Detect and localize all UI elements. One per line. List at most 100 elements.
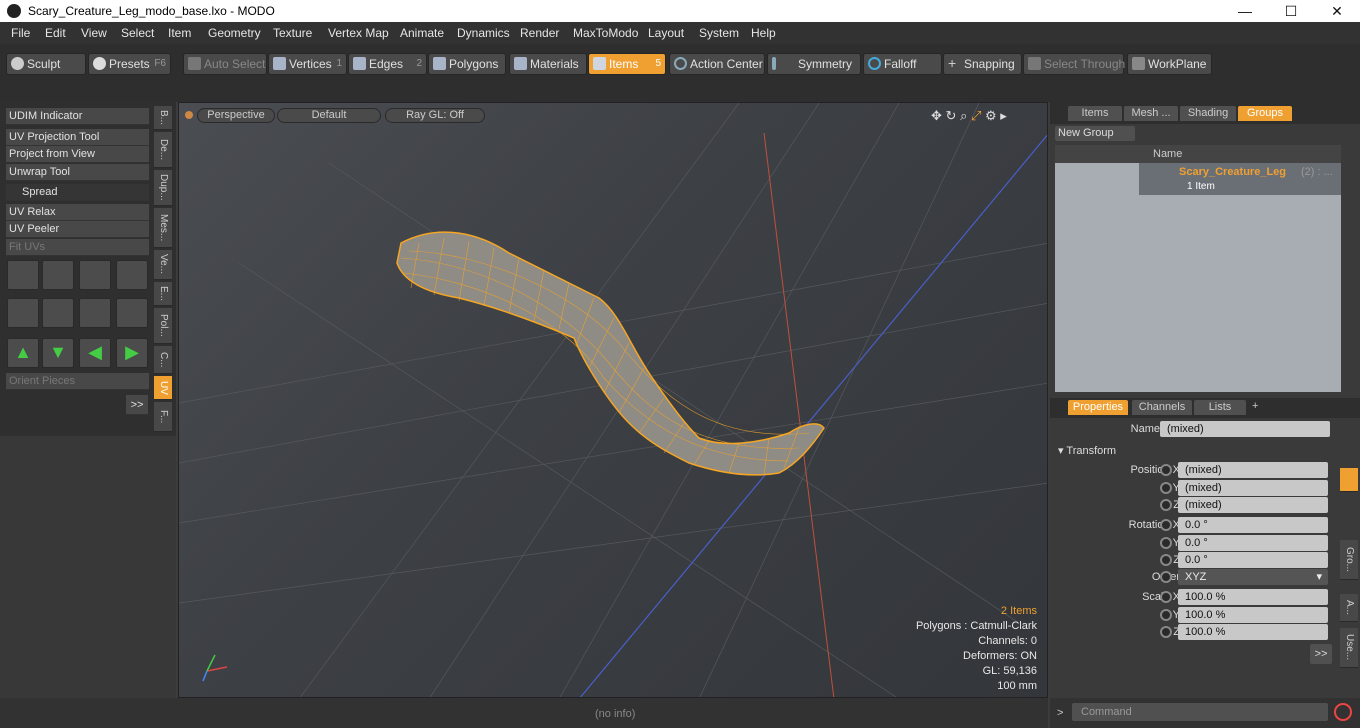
pos-z-anim-dot[interactable]	[1160, 499, 1172, 511]
scale-x-anim-dot[interactable]	[1160, 591, 1172, 603]
tab-polygon[interactable]: Pol...	[154, 308, 172, 344]
sculpt-button[interactable]: Sculpt	[6, 53, 86, 75]
menu-help[interactable]: Help	[751, 26, 776, 40]
arrow-right-icon[interactable]: ▶	[116, 338, 148, 368]
uv-move-icon[interactable]	[7, 260, 39, 290]
tab-b[interactable]: B...	[154, 106, 172, 130]
zoom-icon[interactable]: ⌕	[960, 108, 967, 123]
menu-select[interactable]: Select	[121, 26, 154, 40]
uv-plane-icon[interactable]	[42, 298, 74, 328]
rot-y-field[interactable]: 0.0 °	[1178, 535, 1328, 551]
scale-z-anim-dot[interactable]	[1160, 626, 1172, 638]
tab-duplicate[interactable]: Dup...	[154, 170, 172, 206]
side-tab-active[interactable]	[1340, 468, 1358, 492]
unwrap-tool-button[interactable]: Unwrap Tool	[6, 164, 149, 181]
auto-select-button[interactable]: Auto Select	[183, 53, 267, 75]
tab-f[interactable]: F...	[154, 402, 172, 432]
uv-rotate-icon[interactable]	[42, 260, 74, 290]
pos-x-field[interactable]: (mixed)	[1178, 462, 1328, 478]
menu-render[interactable]: Render	[520, 26, 559, 40]
menu-texture[interactable]: Texture	[273, 26, 312, 40]
side-tab-user[interactable]: Use...	[1340, 628, 1358, 668]
menu-animate[interactable]: Animate	[400, 26, 444, 40]
menu-dynamics[interactable]: Dynamics	[457, 26, 510, 40]
symmetry-button[interactable]: Symmetry	[767, 53, 861, 75]
menu-maxtomodo[interactable]: MaxToModo	[573, 26, 638, 40]
menu-file[interactable]: File	[11, 26, 30, 40]
viewport-options-icon[interactable]	[185, 111, 193, 119]
falloff-button[interactable]: Falloff	[863, 53, 942, 75]
tab-items[interactable]: Items	[1068, 106, 1122, 121]
new-group-button[interactable]: New Group	[1055, 126, 1135, 141]
menu-view[interactable]: View	[81, 26, 107, 40]
uv-perspective-icon[interactable]	[79, 298, 111, 328]
presets-button[interactable]: Presets F6	[88, 53, 171, 75]
tab-mesh[interactable]: Mesh ...	[1124, 106, 1178, 121]
side-tab-groups[interactable]: Gro...	[1340, 540, 1358, 580]
command-input[interactable]: Command	[1072, 703, 1328, 721]
menu-layout[interactable]: Layout	[648, 26, 684, 40]
fit-uvs-button[interactable]: Fit UVs	[6, 239, 149, 256]
more-tools-button[interactable]: >>	[126, 395, 148, 415]
items-button[interactable]: Items 5	[588, 53, 666, 75]
tab-properties[interactable]: Properties	[1068, 400, 1128, 415]
order-dropdown[interactable]: XYZ ▾	[1178, 569, 1328, 585]
rot-y-anim-dot[interactable]	[1160, 537, 1172, 549]
arrow-down-icon[interactable]: ▼	[42, 338, 74, 368]
record-icon[interactable]	[1334, 703, 1352, 721]
settings-gear-icon[interactable]: ⚙	[985, 108, 997, 123]
arrow-left-icon[interactable]: ◀	[79, 338, 111, 368]
transform-section[interactable]: ▾ Transform	[1058, 444, 1116, 457]
pos-y-field[interactable]: (mixed)	[1178, 480, 1328, 496]
menu-geometry[interactable]: Geometry	[208, 26, 261, 40]
tab-mesh[interactable]: Mes...	[154, 208, 172, 248]
uv-peeler-button[interactable]: UV Peeler	[6, 221, 149, 238]
uv-box-icon[interactable]	[116, 260, 148, 290]
pos-x-anim-dot[interactable]	[1160, 464, 1172, 476]
side-tab-a[interactable]: A...	[1340, 594, 1358, 622]
scale-y-anim-dot[interactable]	[1160, 609, 1172, 621]
menu-system[interactable]: System	[699, 26, 739, 40]
maximize-icon[interactable]: ⤢	[971, 108, 981, 123]
arrow-up-icon[interactable]: ▲	[7, 338, 39, 368]
uv-projection-tool-button[interactable]: UV Projection Tool	[6, 129, 149, 146]
maximize-button[interactable]: ☐	[1268, 0, 1314, 22]
rot-x-anim-dot[interactable]	[1160, 519, 1172, 531]
project-from-view-button[interactable]: Project from View	[6, 146, 149, 163]
snapping-button[interactable]: + Snapping	[943, 53, 1022, 75]
workplane-button[interactable]: WorkPlane	[1127, 53, 1212, 75]
tab-channels[interactable]: Channels	[1132, 400, 1192, 415]
rot-x-field[interactable]: 0.0 °	[1178, 517, 1328, 533]
name-field[interactable]: (mixed)	[1160, 421, 1330, 437]
default-style-dropdown[interactable]: Default	[277, 108, 381, 123]
pos-z-field[interactable]: (mixed)	[1178, 497, 1328, 513]
tab-shading[interactable]: Shading	[1180, 106, 1236, 121]
menu-item[interactable]: Item	[168, 26, 191, 40]
scale-y-field[interactable]: 100.0 %	[1178, 607, 1328, 623]
group-row[interactable]: Scary_Creature_Leg (2) : ... 1 Item	[1139, 163, 1341, 195]
uv-sphere-icon[interactable]	[116, 298, 148, 328]
uv-transform-icon[interactable]	[79, 260, 111, 290]
props-more-button[interactable]: >>	[1310, 644, 1332, 664]
select-through-button[interactable]: Select Through	[1023, 53, 1125, 75]
rot-z-anim-dot[interactable]	[1160, 554, 1172, 566]
scale-z-field[interactable]: 100.0 %	[1178, 624, 1328, 640]
action-center-button[interactable]: Action Center	[669, 53, 765, 75]
uv-relax-button[interactable]: UV Relax	[6, 204, 149, 221]
3d-viewport[interactable]: Perspective Default Ray GL: Off ✥ ↻ ⌕ ⤢ …	[178, 102, 1048, 698]
tab-uv[interactable]: UV	[154, 376, 172, 400]
tab-lists[interactable]: Lists	[1194, 400, 1246, 415]
menu-vertex-map[interactable]: Vertex Map	[328, 26, 389, 40]
close-button[interactable]: ✕	[1314, 0, 1360, 22]
expand-arrow-icon[interactable]: ▸	[1000, 108, 1007, 123]
spread-section[interactable]: Spread	[6, 184, 149, 201]
minimize-button[interactable]: —	[1222, 0, 1268, 22]
materials-button[interactable]: Materials	[509, 53, 587, 75]
menu-edit[interactable]: Edit	[45, 26, 66, 40]
add-tab-button[interactable]: +	[1252, 400, 1258, 412]
rot-z-field[interactable]: 0.0 °	[1178, 552, 1328, 568]
pan-icon[interactable]: ✥	[931, 108, 942, 123]
tab-groups[interactable]: Groups	[1238, 106, 1292, 121]
pos-y-anim-dot[interactable]	[1160, 482, 1172, 494]
orient-pieces-button[interactable]: Orient Pieces	[6, 373, 149, 390]
